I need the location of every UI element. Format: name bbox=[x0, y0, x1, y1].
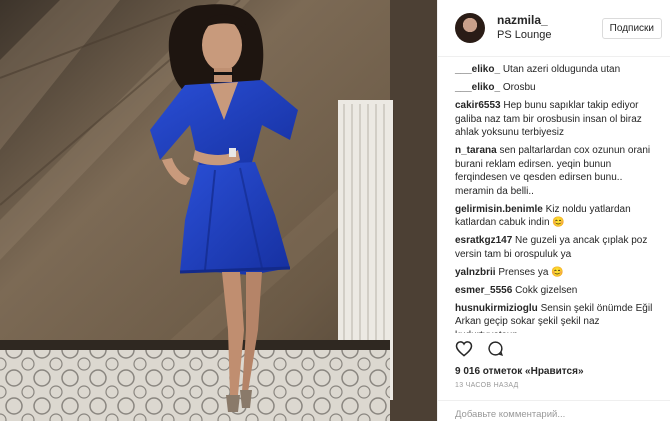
following-button[interactable]: Подписки bbox=[601, 17, 662, 39]
comment: ___eliko_ Orosbu bbox=[455, 81, 660, 95]
post-photo[interactable] bbox=[0, 0, 437, 421]
comment-username[interactable]: n_tarana bbox=[455, 145, 497, 156]
location-link[interactable]: PS Lounge bbox=[497, 28, 602, 43]
comment-text: Prenses ya 😊 bbox=[498, 266, 564, 278]
post-header: nazmila_ PS Lounge Подписки bbox=[438, 0, 670, 57]
comment: gelirmisin.benimle Kiz noldu yatlardan k… bbox=[455, 203, 660, 230]
comments-list: ___eliko_ Utan azeri oldugunda utan ___e… bbox=[438, 57, 670, 333]
action-bar bbox=[455, 340, 504, 362]
comment-username[interactable]: yalnzbrii bbox=[455, 267, 496, 278]
header-info: nazmila_ PS Lounge bbox=[497, 13, 602, 43]
add-comment-field[interactable]: Добавьте комментарий... bbox=[438, 400, 670, 421]
comment-username[interactable]: gelirmisin.benimle bbox=[455, 204, 543, 215]
comment: esmer_5556 Cokk gizelsen bbox=[455, 284, 660, 298]
avatar[interactable] bbox=[455, 13, 485, 43]
comment-username[interactable]: ___eliko_ bbox=[455, 82, 500, 93]
comment-username[interactable]: esratkgz147 bbox=[455, 235, 512, 246]
comment-text: Orosbu bbox=[502, 82, 536, 93]
comment: ___eliko_ Utan azeri oldugunda utan bbox=[455, 63, 660, 77]
post-timestamp[interactable]: 13 ЧАСОВ НАЗАД bbox=[455, 382, 519, 389]
comment-username[interactable]: husnukirmizioglu bbox=[455, 303, 538, 314]
comment-icon[interactable] bbox=[487, 340, 504, 362]
comment: n_tarana sen paltarlardan cox ozunun ora… bbox=[455, 144, 660, 198]
comment: cakir6553 Hep bunu sapıklar takip ediyor… bbox=[455, 99, 660, 140]
comment-username[interactable]: esmer_5556 bbox=[455, 285, 512, 296]
comment: esratkgz147 Ne guzeli ya ancak çıplak po… bbox=[455, 234, 660, 261]
comment: husnukirmizioglu Sensin şekil önümde Eği… bbox=[455, 302, 660, 334]
heart-icon[interactable] bbox=[455, 340, 473, 362]
comment-username[interactable]: cakir6553 bbox=[455, 100, 501, 111]
comment-text: Cokk gizelsen bbox=[515, 284, 578, 296]
post-sidebar: nazmila_ PS Lounge Подписки ___eliko_ Ut… bbox=[437, 0, 670, 421]
comment-username[interactable]: ___eliko_ bbox=[455, 64, 500, 75]
photo-illustration bbox=[0, 0, 437, 421]
instagram-post: nazmila_ PS Lounge Подписки ___eliko_ Ut… bbox=[0, 0, 670, 421]
username-link[interactable]: nazmila_ bbox=[497, 13, 602, 28]
comment: yalnzbrii Prenses ya 😊 bbox=[455, 266, 660, 280]
likes-count[interactable]: 9 016 отметок «Нравится» bbox=[455, 366, 584, 377]
comment-text: Utan azeri oldugunda utan bbox=[502, 64, 621, 75]
